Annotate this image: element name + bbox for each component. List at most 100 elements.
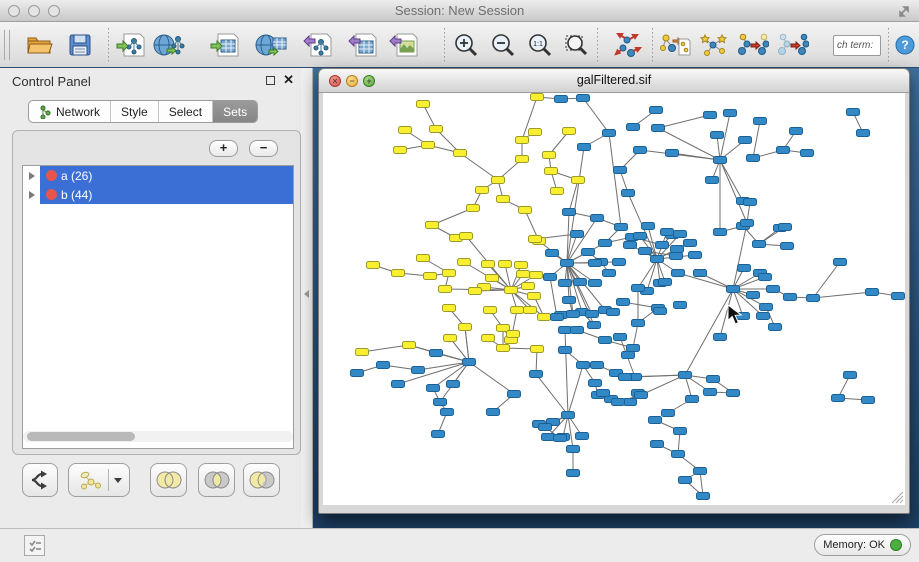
graph-node[interactable] [424,273,437,280]
graph-node[interactable] [659,279,672,286]
graph-node[interactable] [674,428,687,435]
tab-sets[interactable]: Sets [213,101,257,122]
graph-node[interactable] [444,335,457,342]
graph-node[interactable] [684,240,697,247]
graph-node[interactable] [434,399,447,406]
graph-node[interactable] [777,147,790,154]
graph-node[interactable] [757,313,770,320]
graph-node[interactable] [672,451,685,458]
show-selected-button[interactable] [737,30,769,60]
graph-node[interactable] [430,350,443,357]
hide-selected-button[interactable] [777,30,809,60]
graph-node[interactable] [603,130,616,137]
disclosure-triangle-icon[interactable] [29,172,35,180]
network-view-window[interactable]: × − + galFiltered.sif [318,68,910,514]
graph-node[interactable] [741,220,754,227]
close-panel-icon[interactable]: ✕ [283,72,294,88]
graph-node[interactable] [545,168,558,175]
horizontal-scrollbar[interactable] [23,431,293,442]
open-session-button[interactable] [24,30,56,60]
graph-node[interactable] [661,229,674,236]
graph-node[interactable] [807,295,820,302]
graph-node[interactable] [561,260,574,267]
graph-node[interactable] [614,334,627,341]
graph-node[interactable] [624,242,637,249]
graph-node[interactable] [801,150,814,157]
graph-node[interactable] [427,385,440,392]
graph-node[interactable] [790,128,803,135]
graph-node[interactable] [443,270,456,277]
graph-node[interactable] [847,109,860,116]
zoom-in-button[interactable] [450,30,482,60]
graph-node[interactable] [351,370,364,377]
tab-network[interactable]: Network [29,101,111,122]
graph-node[interactable] [694,270,707,277]
toolbar-drag-handle[interactable] [4,30,10,60]
graph-node[interactable] [367,262,380,269]
memory-status-button[interactable]: Memory: OK [814,534,911,556]
graph-node[interactable] [727,390,740,397]
graph-node[interactable] [674,302,687,309]
splitter-collapse-handle[interactable] [304,290,309,298]
graph-node[interactable] [727,286,740,293]
graph-node[interactable] [487,409,500,416]
graph-node[interactable] [543,152,556,159]
first-neighbors-button[interactable] [697,30,729,60]
graph-node[interactable] [672,270,685,277]
graph-node[interactable] [866,289,879,296]
graph-node[interactable] [747,292,760,299]
tab-style[interactable]: Style [111,101,159,122]
graph-node[interactable] [454,150,467,157]
graph-node[interactable] [635,392,648,399]
graph-node[interactable] [614,167,627,174]
graph-node[interactable] [572,177,585,184]
graph-node[interactable] [460,233,473,240]
graph-node[interactable] [542,434,555,441]
graph-node[interactable] [679,372,692,379]
graph-node[interactable] [576,433,589,440]
graph-node[interactable] [499,261,512,268]
zoom-actual-size-button[interactable]: 1:1 [524,30,556,60]
graph-node[interactable] [562,412,575,419]
graph-node[interactable] [651,256,664,263]
graph-node[interactable] [652,125,665,132]
graph-node[interactable] [589,280,602,287]
graph-node[interactable] [505,287,518,294]
graph-node[interactable] [577,95,590,102]
graph-node[interactable] [662,410,675,417]
graph-node[interactable] [862,397,875,404]
graph-node[interactable] [779,224,792,231]
graph-node[interactable] [486,275,499,282]
graph-node[interactable] [639,248,652,255]
graph-node[interactable] [531,346,544,353]
split-set-button[interactable] [22,463,58,497]
graph-node[interactable] [582,249,595,256]
graph-node[interactable] [622,190,635,197]
graph-node[interactable] [482,335,495,342]
graph-node[interactable] [559,347,572,354]
graph-node[interactable] [559,327,572,334]
graph-node[interactable] [649,417,662,424]
float-panel-icon[interactable] [266,76,275,85]
graph-node[interactable] [642,223,655,230]
graph-node[interactable] [844,372,857,379]
graph-node[interactable] [467,205,480,212]
graph-node[interactable] [422,142,435,149]
graph-node[interactable] [632,320,645,327]
new-network-from-selection-button[interactable] [659,30,691,60]
graph-node[interactable] [492,177,505,184]
graph-node[interactable] [714,157,727,164]
graph-node[interactable] [516,156,529,163]
graph-node[interactable] [476,187,489,194]
graph-node[interactable] [612,399,625,406]
graph-node[interactable] [459,324,472,331]
graph-node[interactable] [544,274,557,281]
graph-node[interactable] [563,209,576,216]
graph-node[interactable] [529,236,542,243]
graph-node[interactable] [538,314,551,321]
graph-node[interactable] [392,270,405,277]
graph-node[interactable] [524,307,537,314]
graph-node[interactable] [571,327,584,334]
graph-node[interactable] [656,242,669,249]
graph-node[interactable] [834,259,847,266]
